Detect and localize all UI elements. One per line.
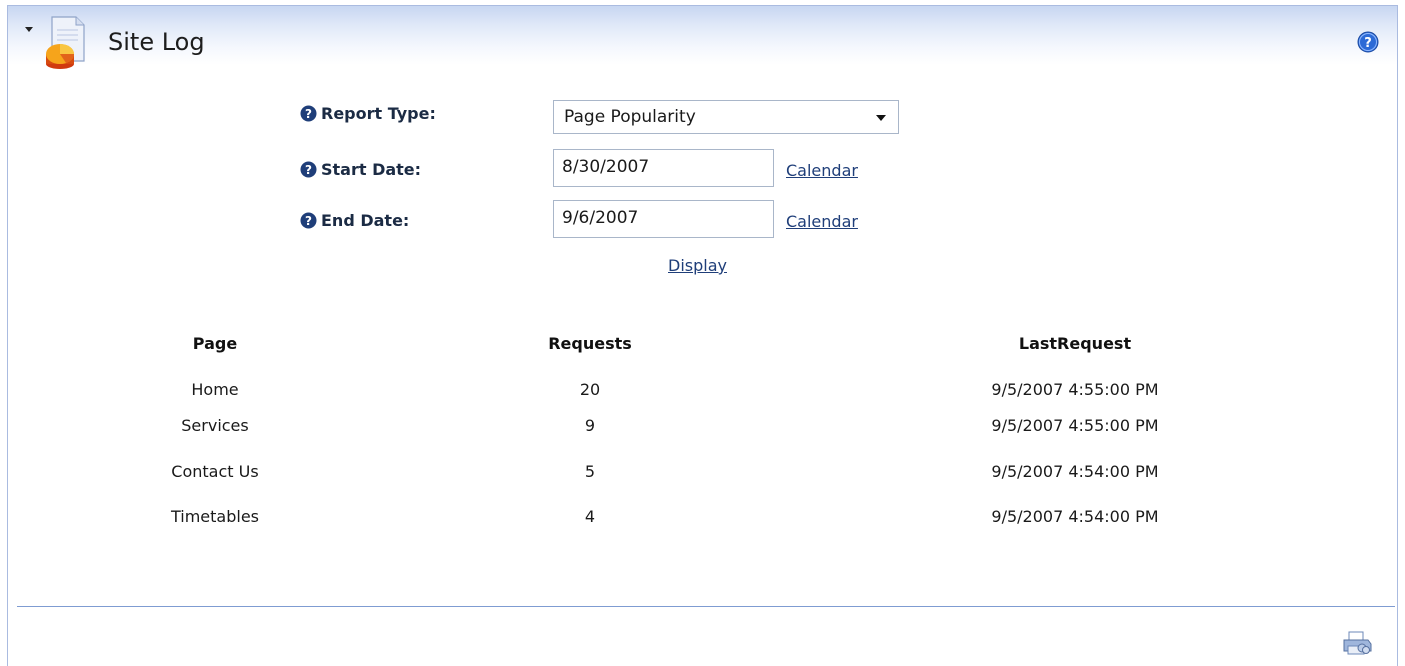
footer-divider [17, 606, 1395, 607]
svg-text:?: ? [305, 214, 312, 228]
collapse-arrow-icon[interactable] [25, 27, 33, 32]
column-header-last-request: LastRequest [1018, 334, 1132, 353]
report-type-select[interactable]: Page Popularity [553, 100, 899, 134]
start-date-label-text: Start Date: [321, 160, 422, 179]
end-date-label: ? End Date: [300, 211, 409, 230]
report-type-label-text: Report Type: [321, 104, 436, 123]
start-date-input[interactable]: 8/30/2007 [553, 149, 774, 187]
help-question-icon[interactable]: ? [300, 212, 317, 229]
help-question-icon[interactable]: ? [300, 105, 317, 122]
start-date-calendar-link[interactable]: Calendar [786, 161, 858, 180]
end-date-label-text: End Date: [321, 211, 410, 230]
report-type-selected: Page Popularity [564, 107, 696, 127]
end-date-input[interactable]: 9/6/2007 [553, 200, 774, 238]
table-row-last-request: 9/5/2007 4:54:00 PM [991, 462, 1159, 481]
table-row-requests: 4 [584, 507, 596, 526]
table-row-requests: 9 [584, 416, 596, 435]
table-row-last-request: 9/5/2007 4:55:00 PM [991, 380, 1159, 399]
table-row-last-request: 9/5/2007 4:55:00 PM [991, 416, 1159, 435]
start-date-label: ? Start Date: [300, 160, 421, 179]
help-icon[interactable]: ? [1357, 31, 1379, 53]
help-question-icon[interactable]: ? [300, 161, 317, 178]
svg-text:?: ? [1364, 36, 1372, 51]
site-log-icon [46, 16, 85, 69]
end-date-calendar-link[interactable]: Calendar [786, 212, 858, 231]
column-header-requests: Requests [548, 334, 632, 353]
print-icon[interactable] [1340, 630, 1374, 656]
table-row-requests: 20 [579, 380, 601, 399]
display-link[interactable]: Display [668, 256, 727, 275]
module-title-bar [8, 6, 1397, 90]
table-row-page: Timetables [170, 507, 259, 526]
table-row-last-request: 9/5/2007 4:54:00 PM [991, 507, 1159, 526]
table-row-page: Contact Us [171, 462, 259, 481]
svg-text:?: ? [305, 107, 312, 121]
table-row-page: Services [181, 416, 249, 435]
svg-text:?: ? [305, 163, 312, 177]
column-header-page: Page [192, 334, 238, 353]
table-row-page: Home [191, 380, 239, 399]
chevron-down-icon [876, 115, 886, 121]
report-type-label: ? Report Type: [300, 104, 436, 123]
module-title: Site Log [108, 28, 205, 56]
table-row-requests: 5 [584, 462, 596, 481]
